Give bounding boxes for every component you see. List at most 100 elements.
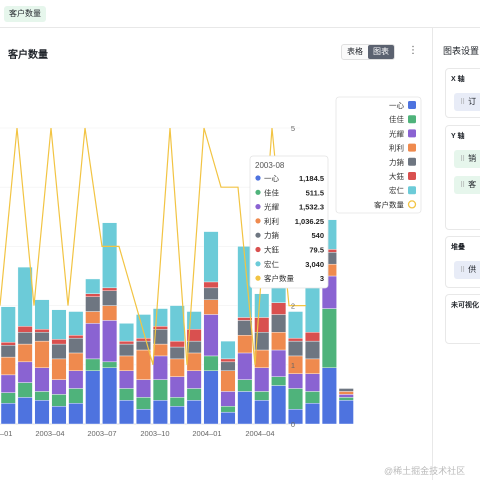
bar-segment xyxy=(85,358,101,371)
bar-segment xyxy=(338,391,354,395)
tooltip-series-value: 1,036.25 xyxy=(295,217,324,226)
legend-label: 光耀 xyxy=(389,128,404,138)
y2-tick-label: 0 xyxy=(291,420,295,429)
bar-segment xyxy=(220,406,236,413)
bar-segment xyxy=(0,356,16,376)
bar-segment xyxy=(254,349,270,368)
tooltip-series-value: 3,040 xyxy=(305,260,324,269)
drag-handle-icon[interactable]: ⠿ xyxy=(460,182,465,189)
x-tick-label: 03–01 xyxy=(0,429,12,438)
bar-segment xyxy=(34,299,50,330)
bar-segment xyxy=(135,314,151,339)
bar-segment xyxy=(203,314,219,357)
legend-label: 客户数量 xyxy=(374,199,404,209)
legend-swatch xyxy=(408,129,416,138)
legend-swatch xyxy=(408,172,416,180)
bar-segment xyxy=(152,400,168,425)
bar-segment xyxy=(119,355,135,371)
bar-segment xyxy=(17,343,33,363)
bar-segment xyxy=(254,391,270,401)
bar-segment xyxy=(220,361,236,371)
bar-segment xyxy=(119,388,135,401)
bar-segment xyxy=(102,290,118,306)
bar-segment xyxy=(338,397,354,401)
bar-segment xyxy=(102,305,118,321)
bar-segment xyxy=(254,400,270,425)
bar-segment xyxy=(186,370,202,389)
bar-segment xyxy=(271,349,287,377)
bar-segment xyxy=(68,403,84,425)
bar-segment xyxy=(305,391,320,404)
bar-segment xyxy=(119,343,135,357)
bar-segment xyxy=(271,376,287,386)
tooltip-series-name: 一心 xyxy=(264,174,279,183)
bar-segment xyxy=(51,343,67,360)
drag-handle-icon[interactable]: ⠿ xyxy=(460,156,465,163)
bar-segment xyxy=(254,367,270,392)
bar-segment xyxy=(85,370,101,425)
bar-segment xyxy=(305,358,320,374)
bar-segment xyxy=(338,388,354,392)
bar-segment xyxy=(203,299,219,315)
bar-segment xyxy=(220,358,236,363)
bar-segment xyxy=(102,361,118,368)
y2-tick-label: 2 xyxy=(291,302,295,311)
legend-label: 利利 xyxy=(389,143,404,153)
stack-field[interactable]: ⠿ 供 xyxy=(454,261,480,279)
legend-label: 大鈺 xyxy=(389,171,404,181)
bar-segment xyxy=(34,367,50,392)
bar-segment xyxy=(119,370,135,389)
tooltip-dot xyxy=(255,204,261,210)
x-axis-field[interactable]: ⠿ 订 xyxy=(454,93,480,111)
drag-handle-icon[interactable]: ⠿ xyxy=(460,267,465,274)
bar-segment xyxy=(68,337,84,354)
bar-segment xyxy=(271,385,287,425)
legend-swatch xyxy=(408,157,416,166)
bar-segment xyxy=(169,376,185,398)
bar-segment xyxy=(305,332,320,342)
bar-segment xyxy=(17,361,33,383)
bar-segment xyxy=(321,367,337,425)
bar-segment xyxy=(169,346,185,360)
bar-segment xyxy=(186,311,202,330)
tooltip-series-value: 540 xyxy=(311,231,324,240)
bar-segment xyxy=(34,329,50,333)
bar-segment xyxy=(0,345,16,358)
bar-segment xyxy=(186,388,202,401)
y-axis-title: Y 轴 xyxy=(451,133,465,140)
bar-segment xyxy=(51,406,67,425)
bar-segment xyxy=(51,394,67,407)
bar-segment xyxy=(34,400,50,425)
bar-segment xyxy=(288,337,303,342)
bar-segment xyxy=(17,397,33,425)
tooltip-dot xyxy=(255,175,261,181)
tooltip-dot xyxy=(255,246,261,253)
bar-segment xyxy=(51,379,67,395)
bar-segment xyxy=(135,379,151,398)
bar-segment xyxy=(152,355,168,380)
tooltip-series-value: 3 xyxy=(320,274,324,283)
bar-segment xyxy=(169,397,185,407)
y-axis-field-2[interactable]: ⠿ 客 xyxy=(454,176,480,194)
bar-segment xyxy=(0,403,16,425)
bar-segment xyxy=(271,332,287,351)
bar-segment xyxy=(169,406,185,425)
y-axis-field-1[interactable]: ⠿ 销 xyxy=(454,150,480,168)
bar-segment xyxy=(305,373,320,392)
bar-segment xyxy=(321,308,337,368)
bar-segment xyxy=(305,340,320,360)
tooltip-title: 2003-08 xyxy=(255,161,285,170)
y-axis-field-1-label: 销 xyxy=(468,154,477,163)
tooltip-series-name: 力銷 xyxy=(264,230,279,240)
y-axis-field-2-label: 客 xyxy=(468,180,477,189)
bar-segment xyxy=(169,340,185,348)
tooltip-dot xyxy=(255,218,261,224)
tooltip-series-name: 客户数量 xyxy=(264,273,294,283)
bar-segment xyxy=(102,222,118,289)
drag-handle-icon[interactable]: ⠿ xyxy=(460,99,465,106)
stack-field-label: 供 xyxy=(468,265,477,274)
bar-segment xyxy=(85,296,101,312)
bar-segment xyxy=(203,370,219,425)
bar-segment xyxy=(0,374,16,393)
tab-customer-count[interactable]: 客户数量 xyxy=(4,6,46,22)
